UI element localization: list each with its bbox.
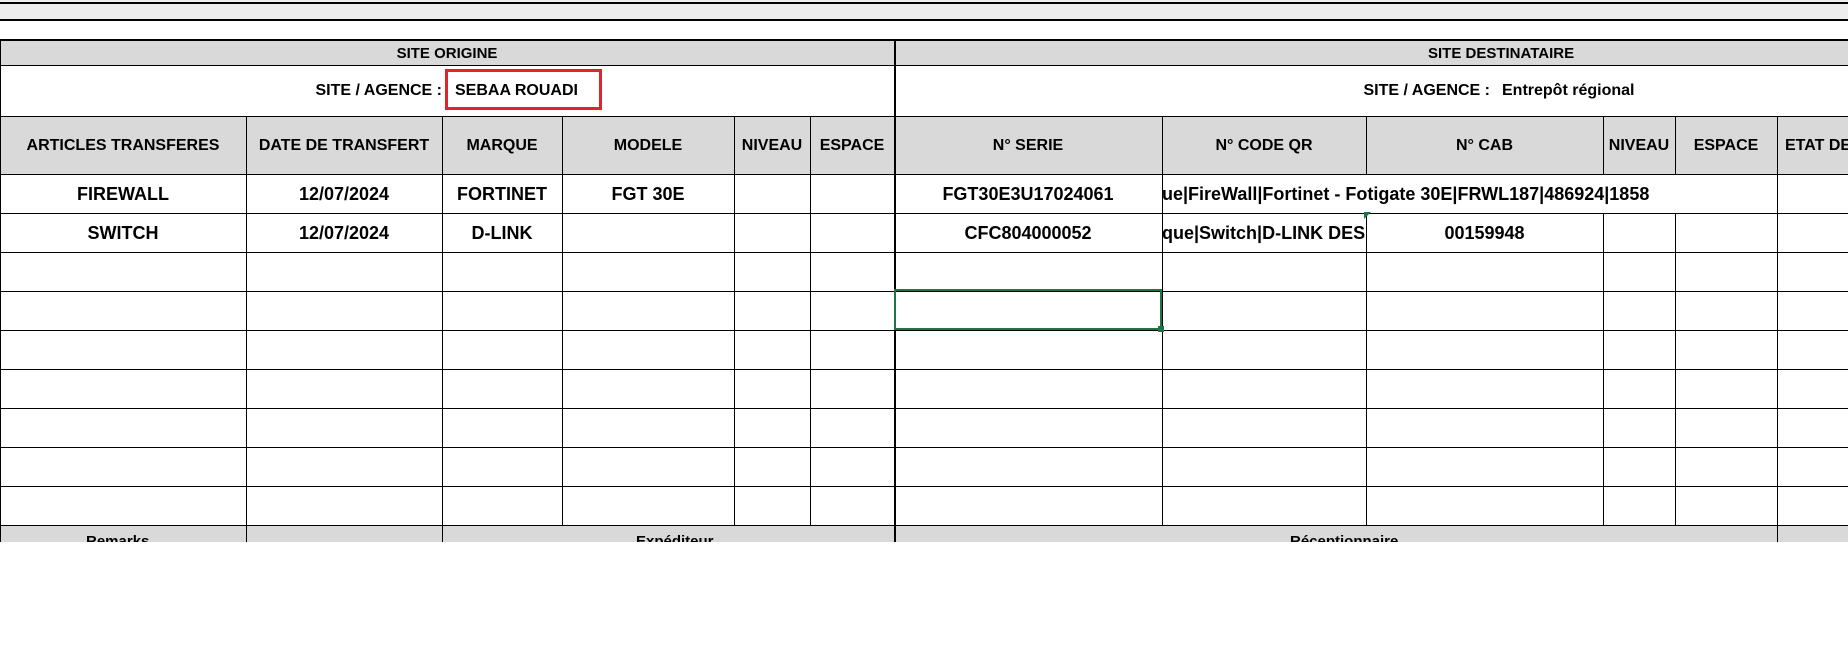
top-border-1 [0,2,1848,4]
col-line [1675,117,1676,175]
col-header-espace-2[interactable]: ESPACE [1675,117,1777,174]
cell-code-qr-overflow[interactable]: ue|FireWall|Fortinet - Fotigate 30E|FRWL… [1162,175,1777,213]
col-header-articles[interactable]: ARTICLES TRANSFERES [0,117,246,174]
origine-agence-label: SITE / AGENCE : [315,82,442,99]
col-line [1603,213,1604,526]
fill-handle[interactable] [1158,326,1164,332]
col-line [1675,213,1676,526]
col-header-niveau[interactable]: NIVEAU [734,117,810,174]
cell-article[interactable]: SWITCH [0,214,246,252]
cell-date[interactable]: 12/07/2024 [246,175,442,213]
cell-modele[interactable]: FGT 30E [562,175,734,213]
cell-serie[interactable]: CFC804000052 [894,214,1162,252]
row-line [0,330,1848,331]
col-header-serie[interactable]: N° SERIE [894,117,1162,174]
col-line [0,41,1,542]
col-header-etat[interactable]: ETAT DE [1777,117,1848,174]
col-line [1162,117,1163,526]
col-header-modele[interactable]: MODELE [562,117,734,174]
col-line [734,117,735,526]
cell-cab[interactable]: 00159948 [1366,214,1603,252]
cell-marque[interactable]: D-LINK [442,214,562,252]
site-destinataire-title: SITE DESTINATAIRE [1428,44,1575,62]
footer-middle: Expéditeur [636,533,714,542]
footer-row-bg [0,526,1848,542]
col-header-cab[interactable]: N° CAB [1366,117,1603,174]
col-header-marque[interactable]: MARQUE [442,117,562,174]
col-line [1777,117,1778,542]
col-header-niveau-2[interactable]: NIVEAU [1603,117,1675,174]
top-border-2 [0,19,1848,21]
destinataire-agence-label: SITE / AGENCE : [1363,82,1490,99]
row-line [0,408,1848,409]
spreadsheet-sheet: SITE ORIGINE SITE DESTINATAIRE SITE / AG… [0,0,1848,542]
selected-cell[interactable] [894,289,1162,330]
site-origine-title: SITE ORIGINE [396,44,498,62]
footer-right: Réceptionnaire [1290,533,1399,542]
row-line [0,213,1848,214]
row-line [0,369,1848,370]
col-line [1366,117,1367,175]
col-line [442,117,443,542]
cell-serie[interactable]: FGT30E3U17024061 [894,175,1162,213]
highlight-box [445,69,602,110]
col-line [246,117,247,542]
cell-marque[interactable]: FORTINET [442,175,562,213]
cell-date[interactable]: 12/07/2024 [246,214,442,252]
col-header-code-qr[interactable]: N° CODE QR [1162,117,1366,174]
col-line [1603,117,1604,175]
col-line [810,117,811,526]
row-line [0,486,1848,487]
col-header-date[interactable]: DATE DE TRANSFERT [246,117,442,174]
col-header-espace[interactable]: ESPACE [810,117,894,174]
col-line [1366,213,1367,526]
comment-indicator-icon[interactable] [1364,212,1371,219]
cell-code-qr[interactable]: que|Switch|D-LINK DES [1162,214,1366,252]
footer-left: Remarks [86,533,150,542]
cell-article[interactable]: FIREWALL [0,175,246,213]
row-line [0,252,1848,253]
row-line [0,447,1848,448]
destinataire-agence-value[interactable]: Entrepôt régional [1502,66,1702,116]
col-line [562,117,563,526]
